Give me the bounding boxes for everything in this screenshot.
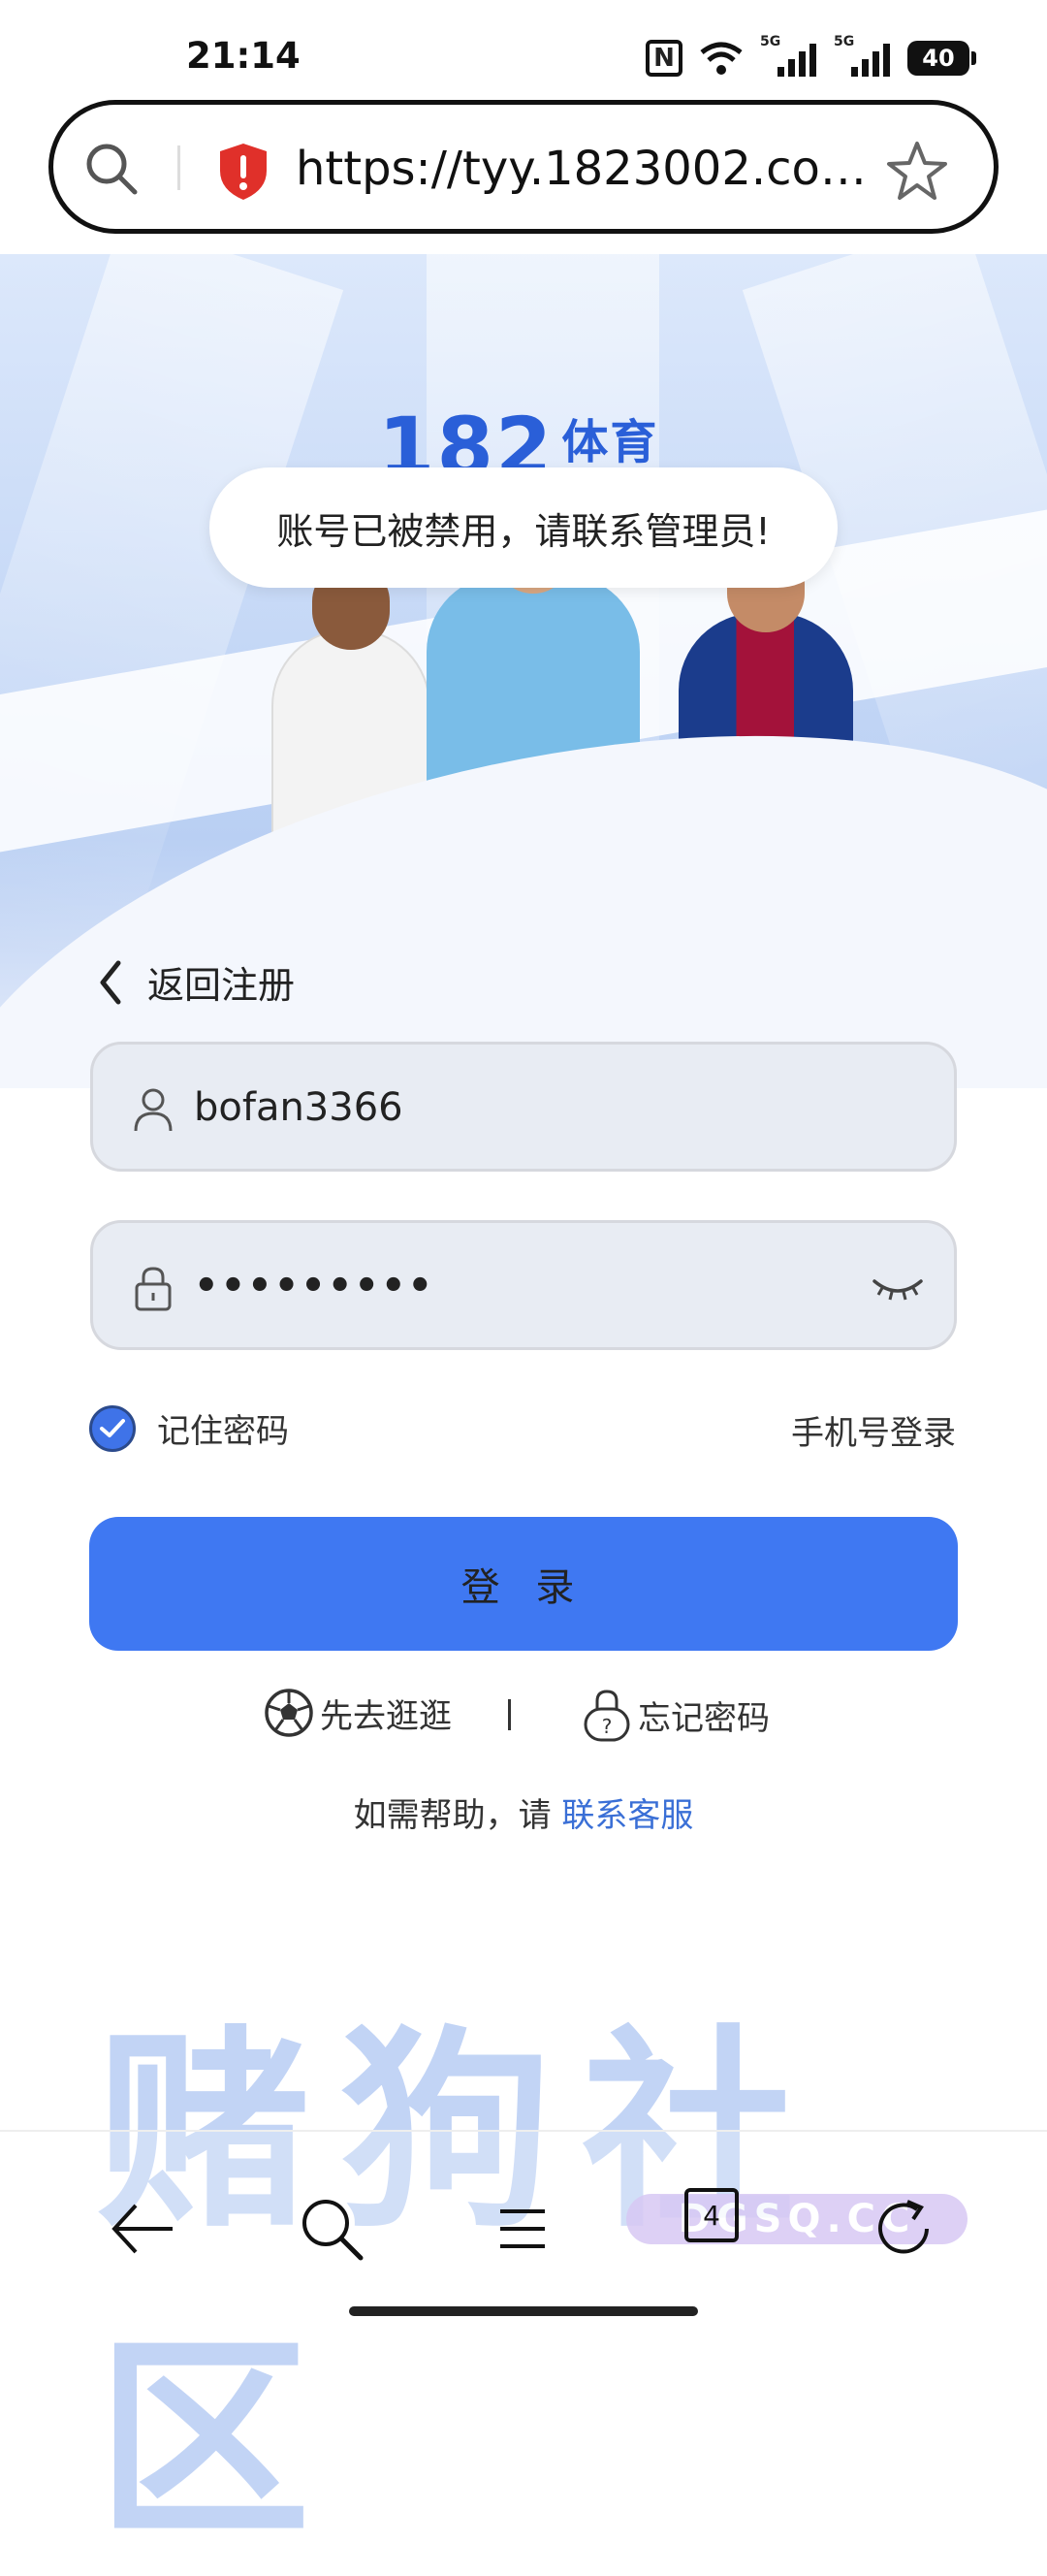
browse-label: 先去逛逛 xyxy=(320,1696,452,1736)
address-bar[interactable]: https://tyy.1823002.com... xyxy=(48,100,999,234)
search-icon[interactable] xyxy=(82,140,141,198)
refresh-icon[interactable] xyxy=(865,2190,942,2268)
help-prefix: 如需帮助，请 xyxy=(353,1796,552,1835)
browse-link[interactable]: 先去逛逛 xyxy=(264,1688,452,1738)
search-icon[interactable] xyxy=(293,2190,370,2268)
url-divider xyxy=(177,145,180,190)
secondary-links: 先去逛逛 ? 忘记密码 xyxy=(0,1688,1047,1746)
wifi-icon xyxy=(700,42,743,75)
back-to-register-link[interactable]: 返回注册 xyxy=(97,955,295,1009)
nfc-icon: N xyxy=(646,40,682,77)
chevron-left-icon xyxy=(100,960,121,1004)
checkmark-icon xyxy=(100,1418,125,1437)
username-field[interactable] xyxy=(90,1042,957,1172)
eye-closed-icon[interactable] xyxy=(872,1272,923,1304)
url-text[interactable]: https://tyy.1823002.com... xyxy=(296,142,897,196)
help-text: 如需帮助，请 联系客服 xyxy=(0,1788,1047,1836)
battery-level: 40 xyxy=(922,45,955,72)
soccer-ball-icon xyxy=(265,1689,313,1737)
link-separator xyxy=(508,1699,511,1730)
password-input[interactable] xyxy=(194,1252,872,1320)
signal-icon-2: 5G xyxy=(834,34,890,77)
home-indicator[interactable] xyxy=(349,2306,698,2316)
lock-icon xyxy=(135,1267,172,1311)
status-bar: 21:14 N 5G 5G 40 xyxy=(0,0,1047,97)
status-icons: N 5G 5G 40 xyxy=(646,34,976,80)
lock-question-icon: ? xyxy=(584,1690,630,1742)
signal-icon-1: 5G xyxy=(760,34,816,77)
phone-login-link[interactable]: 手机号登录 xyxy=(791,1406,956,1454)
back-label: 返回注册 xyxy=(147,964,296,1007)
status-time: 21:14 xyxy=(186,35,301,77)
forgot-label: 忘记密码 xyxy=(638,1698,770,1738)
battery-icon: 40 xyxy=(907,41,976,76)
remember-password[interactable]: 记住密码 xyxy=(89,1404,289,1452)
contact-support-link[interactable]: 联系客服 xyxy=(561,1796,693,1835)
username-input[interactable] xyxy=(194,1074,872,1142)
back-arrow-icon[interactable] xyxy=(105,2190,182,2268)
menu-icon[interactable] xyxy=(485,2190,562,2268)
login-button[interactable]: 登 录 xyxy=(89,1517,958,1651)
forgot-password-link[interactable]: ? 忘记密码 xyxy=(582,1688,770,1742)
security-warning-icon[interactable] xyxy=(216,142,270,202)
remember-label: 记住密码 xyxy=(157,1412,289,1451)
remember-checkbox[interactable] xyxy=(89,1404,136,1452)
tabs-button[interactable]: 4 xyxy=(684,2188,739,2242)
svg-text:?: ? xyxy=(602,1715,613,1738)
password-field[interactable] xyxy=(90,1220,957,1350)
bookmark-star-icon[interactable] xyxy=(885,140,949,204)
user-icon xyxy=(134,1088,173,1132)
error-toast: 账号已被禁用，请联系管理员! xyxy=(209,467,838,588)
